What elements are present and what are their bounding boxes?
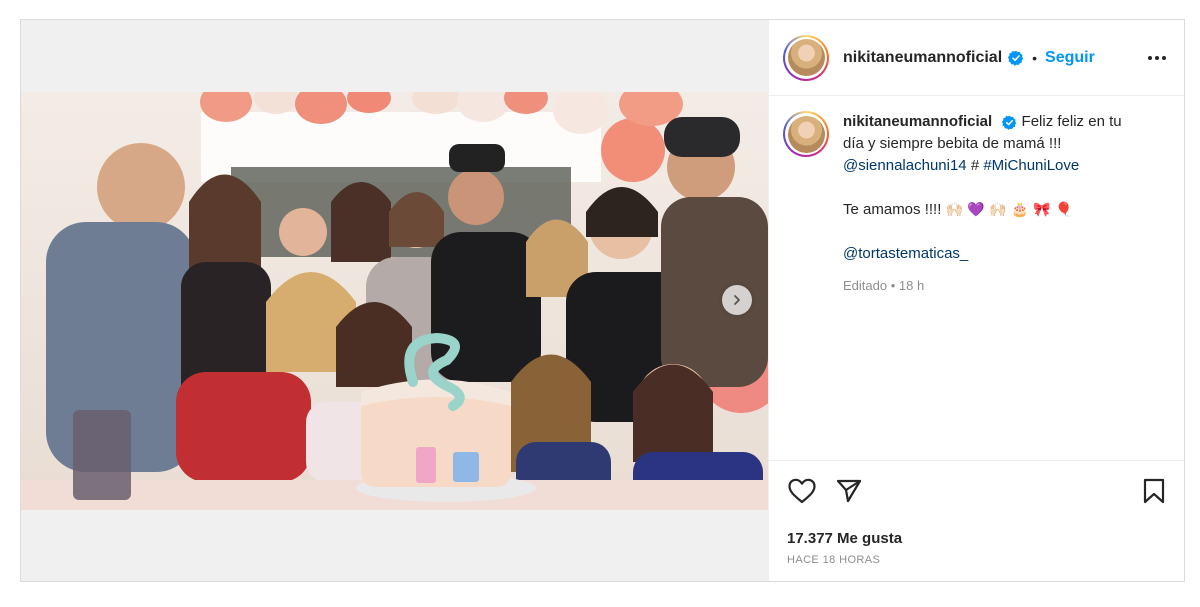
avatar-border bbox=[785, 36, 827, 79]
paper-plane-icon[interactable] bbox=[835, 477, 863, 505]
chevron-right-icon bbox=[734, 295, 740, 305]
bookmark-icon[interactable] bbox=[1142, 477, 1166, 505]
caption-second-block: Te amamos !!!! 🙌🏻 💜 🙌🏻 🎂 🎀 🎈 bbox=[843, 199, 1143, 221]
heart-icon[interactable] bbox=[787, 477, 817, 505]
post-actions: 17.377 Me gusta HACE 18 HORAS bbox=[769, 460, 1184, 581]
post-photo bbox=[21, 92, 768, 510]
follow-button[interactable]: Seguir bbox=[1045, 49, 1095, 67]
caption-avatar-image bbox=[787, 115, 825, 153]
post-media bbox=[21, 20, 768, 581]
edited-meta: Editado • 18 h bbox=[843, 278, 925, 293]
caption-mention-sienna[interactable]: @siennalachuni14 bbox=[843, 157, 967, 174]
party-photo-illustration bbox=[21, 92, 768, 510]
caption-comment: nikitaneumannoficial Feliz feliz en tu d… bbox=[769, 96, 1184, 297]
post-side-panel: nikitaneumannoficial • Seguir nikitaneum… bbox=[768, 20, 1184, 581]
avatar[interactable] bbox=[783, 34, 829, 81]
post-card: nikitaneumannoficial • Seguir nikitaneum… bbox=[20, 19, 1185, 582]
next-photo-button[interactable] bbox=[722, 285, 752, 315]
caption-hash-separator: # bbox=[970, 157, 980, 174]
caption-verified-badge-icon bbox=[1002, 115, 1017, 130]
avatar-image bbox=[787, 39, 825, 76]
caption-third-block: @tortastematicas_ bbox=[843, 243, 1143, 265]
caption-first-block: nikitaneumannoficial Feliz feliz en tu d… bbox=[843, 111, 1143, 177]
separator-dot: • bbox=[1032, 49, 1038, 66]
caption-avatar[interactable] bbox=[783, 111, 829, 157]
caption-avatar-border bbox=[785, 113, 827, 155]
caption-username[interactable]: nikitaneumannoficial bbox=[843, 113, 992, 130]
caption-mention-tortas[interactable]: @tortastematicas_ bbox=[843, 245, 968, 262]
verified-badge-icon bbox=[1008, 50, 1024, 66]
caption-text-line2: Te amamos !!!! bbox=[843, 201, 942, 218]
header-username[interactable]: nikitaneumannoficial bbox=[843, 49, 1002, 67]
caption-hashtag[interactable]: #MiChuniLove bbox=[983, 157, 1079, 174]
more-options-icon[interactable] bbox=[1146, 50, 1168, 66]
caption-body: nikitaneumannoficial Feliz feliz en tu d… bbox=[843, 111, 1143, 297]
action-icons-row bbox=[787, 477, 1166, 505]
caption-emojis: 🙌🏻 💜 🙌🏻 🎂 🎀 🎈 bbox=[945, 202, 1073, 218]
post-timestamp: HACE 18 HORAS bbox=[787, 554, 881, 566]
post-header: nikitaneumannoficial • Seguir bbox=[769, 20, 1184, 96]
likes-count[interactable]: 17.377 Me gusta bbox=[787, 530, 1166, 547]
